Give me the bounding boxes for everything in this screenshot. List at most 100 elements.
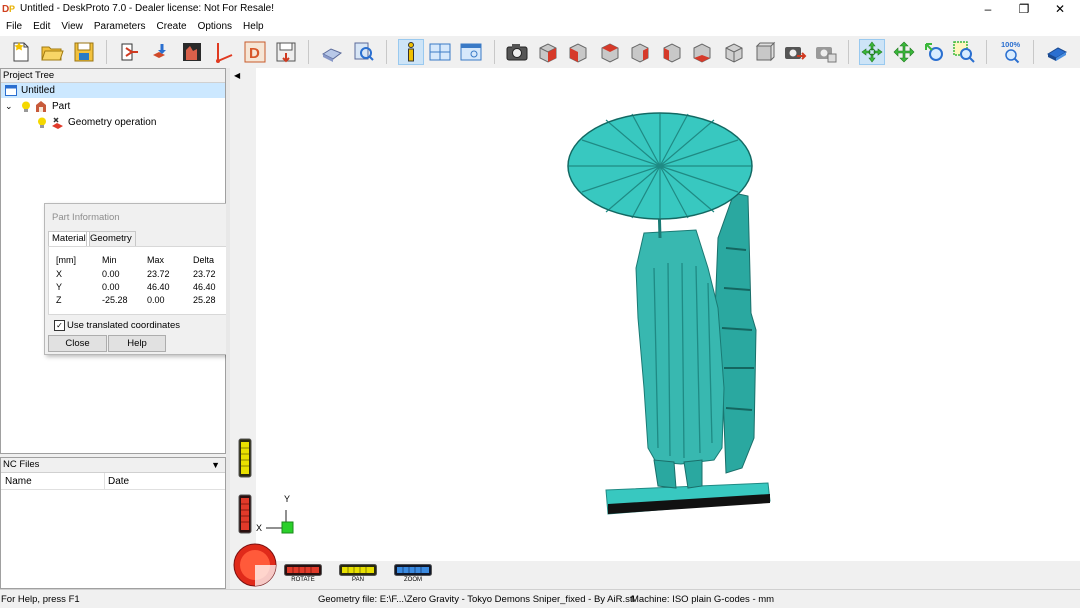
- open-project-icon[interactable]: [40, 40, 64, 64]
- table-header: Delta: [193, 255, 215, 265]
- pan-bar[interactable]: [339, 564, 377, 576]
- menu-view[interactable]: View: [55, 18, 88, 32]
- main-toolbar: D 100%: [0, 36, 1080, 69]
- 3d-viewport[interactable]: [256, 68, 1080, 561]
- machine-icon[interactable]: [118, 40, 142, 64]
- geometry-operation-icon: [52, 117, 63, 129]
- table-cell: X: [56, 269, 63, 279]
- help-dialog-button[interactable]: Help: [108, 335, 166, 352]
- rotate-bar[interactable]: [284, 564, 322, 576]
- maximize-button[interactable]: ❐: [1008, 0, 1040, 18]
- table-cell: 0.00: [147, 295, 165, 305]
- table-header: Max: [147, 255, 165, 265]
- pan-icon[interactable]: [892, 40, 916, 64]
- checkbox-label: Use translated coordinates: [67, 320, 181, 331]
- nc-files-panel: NC Files ▼ Name Date: [0, 457, 226, 589]
- expand-chevron-icon[interactable]: ⌄: [5, 99, 13, 114]
- lightbulb-icon[interactable]: [21, 101, 31, 113]
- pan-slider[interactable]: [238, 438, 252, 478]
- simulate-icon[interactable]: [320, 40, 344, 64]
- column-date[interactable]: Date: [108, 476, 129, 487]
- table-cell: 0.00: [102, 269, 120, 279]
- view-iso2-icon[interactable]: [752, 40, 776, 64]
- view-back-icon[interactable]: [566, 40, 590, 64]
- preview-icon[interactable]: [352, 40, 376, 64]
- tree-item-part[interactable]: ⌄ Part: [1, 99, 225, 114]
- magnifier-icon: [1005, 49, 1020, 64]
- menu-help[interactable]: Help: [237, 18, 269, 32]
- menu-options[interactable]: Options: [192, 18, 237, 32]
- geometry-icon[interactable]: [180, 40, 204, 64]
- zoom-bar[interactable]: [394, 564, 432, 576]
- use-translated-coordinates-checkbox[interactable]: ✓: [54, 320, 65, 331]
- toolpath-icon[interactable]: [212, 40, 236, 64]
- part-info-table: [mm] Min Max Delta X 0.00 23.72 23.72 Y …: [48, 246, 245, 315]
- nc-files-columns: Name Date: [1, 473, 225, 490]
- svg-text:D: D: [249, 45, 260, 62]
- table-cell: 46.40: [193, 282, 216, 292]
- drawing-icon[interactable]: D: [243, 40, 267, 64]
- view-top-icon[interactable]: [660, 40, 684, 64]
- layout-icon[interactable]: [428, 40, 452, 64]
- project-icon: [5, 85, 17, 96]
- view-left-icon[interactable]: [598, 40, 622, 64]
- window-title: Untitled - DeskProto 7.0 - Dealer licens…: [20, 3, 274, 14]
- table-cell: Y: [56, 282, 63, 292]
- tab-material[interactable]: Material: [48, 231, 90, 246]
- part-information-dialog: Part Information Material Geometry [mm] …: [44, 203, 248, 355]
- deskproto-logo-icon: D P: [2, 4, 15, 15]
- status-bar: For Help, press F1 Geometry file: E:\F..…: [0, 589, 1080, 608]
- menu-edit[interactable]: Edit: [27, 18, 55, 32]
- new-project-icon[interactable]: [9, 40, 33, 64]
- dialog-title: Part Information: [52, 212, 120, 223]
- status-help: For Help, press F1: [1, 594, 80, 605]
- view-bottom-strip: ROTATE PAN ZOOM: [230, 543, 1080, 589]
- pan-label: PAN: [352, 577, 364, 583]
- view-iso-icon[interactable]: [722, 40, 746, 64]
- close-button[interactable]: ✕: [1044, 0, 1076, 18]
- menu-parameters[interactable]: Parameters: [88, 18, 151, 32]
- table-cell: 46.40: [147, 282, 170, 292]
- view-window-icon[interactable]: [459, 40, 483, 64]
- camera-icon[interactable]: [505, 40, 529, 64]
- lightbulb-icon[interactable]: [37, 117, 47, 129]
- view-right-icon[interactable]: [628, 40, 652, 64]
- part-icon: [36, 101, 46, 112]
- tab-geometry[interactable]: Geometry: [86, 231, 136, 246]
- zoom-window-icon[interactable]: [952, 40, 976, 64]
- save-nc-icon[interactable]: [274, 40, 298, 64]
- dropdown-arrow-icon[interactable]: ▼: [211, 458, 220, 472]
- tree-item-label: Geometry operation: [68, 117, 157, 128]
- part-import-icon[interactable]: [150, 40, 174, 64]
- menu-create[interactable]: Create: [151, 18, 192, 32]
- save-project-icon[interactable]: [72, 40, 96, 64]
- table-cell: Z: [56, 295, 62, 305]
- table-header: Min: [102, 255, 117, 265]
- table-cell: 25.28: [193, 295, 216, 305]
- model-view[interactable]: [256, 68, 1080, 561]
- table-cell: 0.00: [102, 282, 120, 292]
- view-bottom-icon[interactable]: [690, 40, 714, 64]
- rotate-dial[interactable]: [232, 543, 278, 587]
- menu-file[interactable]: File: [0, 18, 27, 32]
- minimize-button[interactable]: –: [972, 0, 1004, 18]
- table-cell: 23.72: [147, 269, 170, 279]
- status-geometry-file: Geometry file: E:\F...\Zero Gravity - To…: [318, 594, 635, 605]
- zoom-slider[interactable]: [238, 494, 252, 534]
- help-book-icon[interactable]: [1045, 40, 1069, 64]
- view-front-icon[interactable]: [536, 40, 560, 64]
- collapse-arrow-icon[interactable]: ◀: [234, 71, 240, 80]
- close-dialog-button[interactable]: Close: [48, 335, 107, 352]
- axis-y-label: Y: [284, 494, 291, 504]
- tree-item-label: Part: [52, 101, 71, 112]
- info-icon[interactable]: [398, 39, 424, 65]
- tree-item-geometry-operation[interactable]: Geometry operation: [1, 115, 225, 130]
- zoom-icon[interactable]: [922, 40, 946, 64]
- tree-item-label: Untitled: [21, 85, 55, 96]
- rotate-icon[interactable]: [859, 39, 885, 65]
- tree-item-untitled[interactable]: Untitled: [1, 83, 225, 98]
- screenshot-icon[interactable]: [783, 40, 807, 64]
- zoom-100-icon[interactable]: 100%: [999, 40, 1023, 64]
- screenshot2-icon[interactable]: [814, 40, 838, 64]
- column-name[interactable]: Name: [5, 476, 32, 487]
